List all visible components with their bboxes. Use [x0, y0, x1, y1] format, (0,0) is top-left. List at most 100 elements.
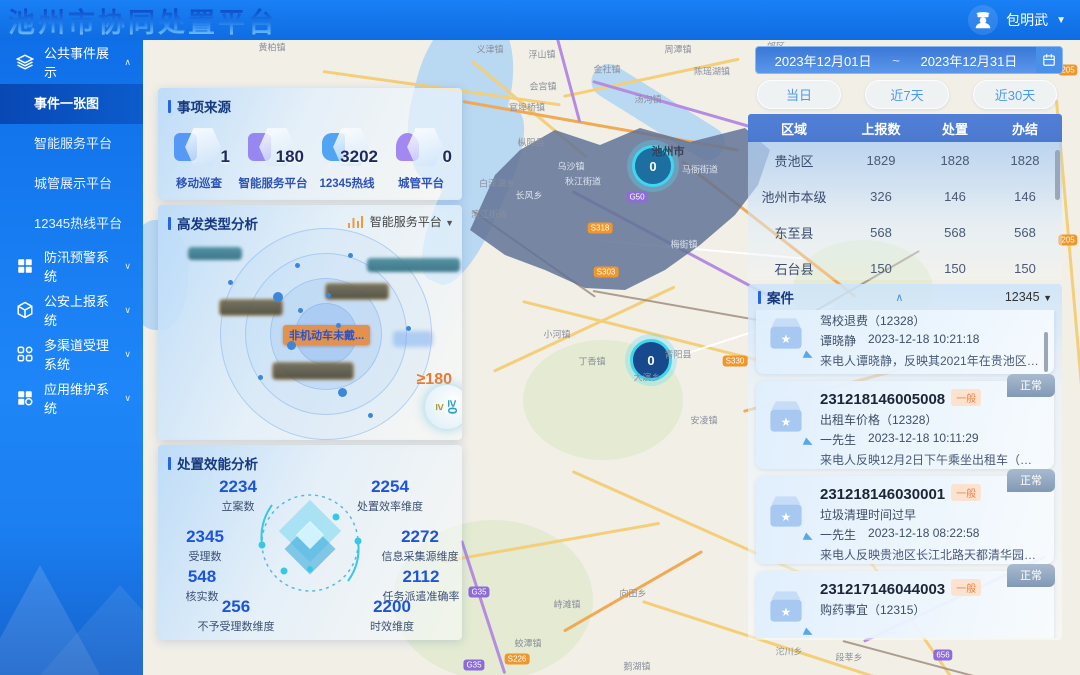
source-card-smart-service: 180 智能服务平台: [236, 122, 310, 191]
source-label: 移动巡查: [162, 175, 236, 191]
page-title: 池州市协同处置平台: [8, 1, 278, 40]
map-town-label: 周潭镇: [664, 43, 691, 56]
map-town-label: 小河镇: [543, 328, 570, 341]
source-card-12345-hotline: 3202 12345热线: [310, 122, 384, 191]
range-today-button[interactable]: 当日: [757, 80, 841, 109]
mountain-decoration: [0, 565, 100, 675]
sidebar-submenu: 事件一张图 智能服务平台 城管展示平台 12345热线平台: [0, 84, 143, 244]
source-cards: 1 移动巡查 180 智能服务平台 3202 12345热线 0 城管平台: [158, 118, 462, 191]
radar-dot: [273, 292, 283, 302]
panel-cases: 案件 ∧ 12345 ▼ ★ 驾校退费（12328） 谭晓静2023-12-18…: [748, 284, 1062, 640]
paper-plane-icon: [803, 627, 815, 638]
case-person: 一先生: [820, 526, 856, 543]
sidebar-group-multichannel[interactable]: 多渠道受理系统 ∨: [0, 332, 143, 376]
map-town-label: 滨江街道: [471, 208, 507, 221]
title-bar-accent: [168, 217, 171, 230]
chevron-up-icon: ∧: [124, 57, 143, 68]
chevron-down-icon: ▼: [445, 218, 454, 228]
map-town-label: 青阳县: [664, 348, 691, 361]
map-town-label: 义津镇: [476, 43, 503, 56]
svg-text:★: ★: [781, 510, 792, 524]
case-time: 2023-12-18 08:22:58: [868, 526, 979, 543]
redacted-type-label: [219, 299, 283, 316]
range-30days-button[interactable]: 近30天: [973, 80, 1057, 109]
source-card-city-mgmt: 0 城管平台: [384, 122, 458, 191]
level-badge: 一般: [951, 389, 981, 406]
sidebar-group-police-report[interactable]: 公安上报系统 ∨: [0, 288, 143, 332]
date-end-field[interactable]: 2023年12月31日: [902, 51, 1036, 70]
case-time: 2023-12-18 10:11:29: [868, 431, 979, 448]
map-town-label: 黄柏镇: [258, 41, 285, 54]
date-start-field[interactable]: 2023年12月01日: [756, 51, 890, 70]
type-source-dropdown[interactable]: 智能服务平台 ▼: [370, 213, 454, 230]
case-box-icon: ★: [764, 395, 808, 444]
panel-disposal-efficiency: 处置效能分析 2234立案数 2345受理数 548核实数 256不予受理数维度…: [158, 445, 462, 640]
road-number-badge: S303: [594, 267, 619, 278]
top-type-label[interactable]: 非机动车未戴...: [283, 325, 370, 345]
sidebar-group-label: 公共事件展示: [44, 43, 114, 81]
road-number-badge: G50: [626, 192, 647, 203]
map-town-label: 官埠桥镇: [509, 101, 545, 114]
case-source-dropdown[interactable]: 12345 ▼: [1005, 290, 1052, 304]
redacted-type-label: [367, 258, 460, 272]
case-card[interactable]: 正常 ★ 231218146005008一般 出租车价格（12328） 一先生2…: [756, 381, 1054, 469]
calendar-icon[interactable]: [1036, 47, 1062, 73]
sidebar-item-event-map[interactable]: 事件一张图: [0, 84, 143, 124]
source-count: 3202: [340, 147, 378, 167]
cases-header: 案件 ∧ 12345 ▼: [748, 284, 1062, 310]
collapse-chevron-icon[interactable]: ∧: [895, 291, 903, 304]
col-closed: 办结: [988, 119, 1062, 138]
case-card[interactable]: 正常 ★ 231218146030001一般 垃圾清理时间过早 一先生2023-…: [756, 476, 1054, 564]
title-bar-accent: [168, 100, 171, 113]
radar-dot: [228, 280, 233, 285]
quick-range-buttons: 当日 近7天 近30天: [757, 80, 1057, 109]
map-town-label: 金社镇: [593, 63, 620, 76]
sidebar-item-12345-hotline[interactable]: 12345热线平台: [0, 204, 143, 244]
case-meta: 一先生2023-12-18 10:11:29: [820, 431, 1044, 448]
radar-dot: [338, 388, 347, 397]
map-town-label: 汤沟镇: [634, 93, 661, 106]
range-7days-button[interactable]: 近7天: [865, 80, 949, 109]
panel-title: 事项来源: [158, 88, 462, 118]
level-badge: 一般: [951, 579, 981, 596]
date-range-bar: 2023年12月01日 ~ 2023年12月31日: [755, 46, 1063, 74]
case-title: 驾校退费（12328）: [820, 312, 1044, 329]
redacted-type-label: [393, 331, 433, 347]
radar-dot: [287, 341, 296, 350]
source-label: 智能服务平台: [236, 175, 310, 191]
table-row: 东至县568568568: [748, 214, 1062, 250]
radar-dot: [298, 308, 303, 313]
radar-dot: [258, 375, 263, 380]
table-row: 贵池区182918281828: [748, 142, 1062, 178]
panel-title: 案件: [758, 287, 794, 307]
case-card[interactable]: ★ 驾校退费（12328） 谭晓静2023-12-18 10:21:18 来电人…: [756, 310, 1054, 374]
user-menu[interactable]: 包明武 ▼: [968, 0, 1066, 40]
region-stats-table: 区域 上报数 处置 办结 贵池区182918281828 池州市本级326146…: [748, 114, 1062, 280]
map-town-label: 白泽湖乡: [479, 177, 515, 190]
user-name: 包明武: [1006, 10, 1048, 30]
source-label: 12345热线: [310, 175, 384, 191]
case-time: 2023-12-18 10:21:18: [868, 332, 979, 349]
layers-icon: [16, 53, 34, 71]
panel-title: 处置效能分析: [158, 445, 462, 475]
case-list-scrollbar[interactable]: [1044, 332, 1048, 372]
case-meta: 一先生 2023-12-18 08:22:58: [820, 526, 1044, 543]
source-count: 180: [276, 147, 304, 167]
road-number-badge: S330: [723, 356, 748, 367]
sidebar-group-public-events[interactable]: 公共事件展示 ∧: [0, 40, 143, 84]
source-count: 1: [221, 147, 230, 167]
table-scrollbar[interactable]: [1055, 150, 1060, 200]
chevron-down-icon: ∨: [124, 261, 143, 272]
bar-chart-icon: [347, 215, 364, 229]
title-bar-accent: [168, 457, 171, 470]
sidebar-item-smart-service[interactable]: 智能服务平台: [0, 124, 143, 164]
case-card[interactable]: 正常 ★ 231217146044003一般 购药事宜（12315）: [756, 571, 1054, 638]
map-town-label: 丁香镇: [578, 355, 605, 368]
case-box-icon: ★: [764, 490, 808, 539]
col-disposed: 处置: [922, 119, 988, 138]
grid-icon: [16, 257, 34, 275]
sidebar-group-app-maintenance[interactable]: 应用维护系统 ∨: [0, 376, 143, 420]
sidebar-group-flood-warning[interactable]: 防汛预警系统 ∨: [0, 244, 143, 288]
sidebar-item-city-mgmt[interactable]: 城管展示平台: [0, 164, 143, 204]
road-number-badge: S226: [505, 654, 530, 665]
